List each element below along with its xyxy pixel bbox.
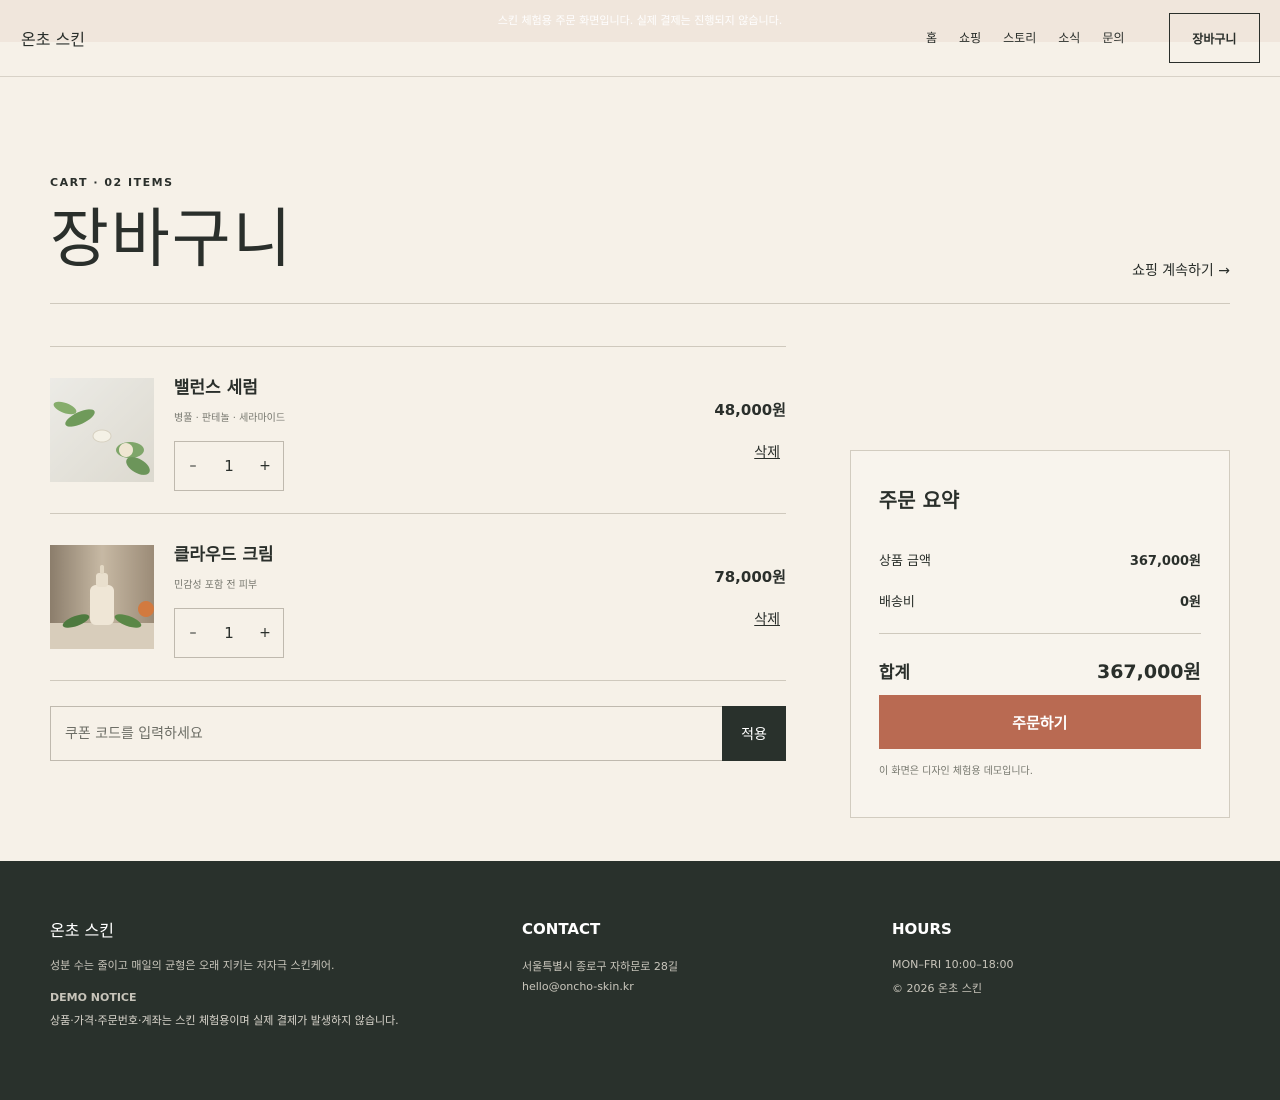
decrease-button[interactable]: – xyxy=(187,625,199,641)
footer-brand: 온초 스킨 xyxy=(50,921,114,940)
item-name[interactable]: 클라우드 크림 xyxy=(174,540,274,565)
subtotal-label: 상품 금액 xyxy=(879,554,931,569)
nav-contact[interactable]: 문의 xyxy=(1102,29,1124,46)
item-price: 48,000원 xyxy=(714,401,786,419)
nav-shop[interactable]: 쇼핑 xyxy=(959,29,981,46)
site-footer: 온초 스킨 성분 수는 줄이고 매일의 균형은 오래 지키는 저자극 스킨케어.… xyxy=(0,861,1280,1100)
footer-hours: MON–FRI 10:00–18:00 xyxy=(892,958,1014,971)
place-order-button[interactable]: 주문하기 xyxy=(879,695,1201,749)
page-title: 장바구니 xyxy=(50,203,294,277)
footer-hours-heading: HOURS xyxy=(892,920,952,938)
total-row: 합계 367,000원 xyxy=(879,657,1201,684)
order-summary: 주문 요약 상품 금액 367,000원 배송비 0원 합계 367,000원 … xyxy=(850,450,1230,818)
divider xyxy=(50,303,1230,304)
cream-photo-icon xyxy=(50,545,154,649)
nav-news[interactable]: 소식 xyxy=(1058,29,1080,46)
subtotal-value: 367,000원 xyxy=(1129,554,1201,569)
summary-title: 주문 요약 xyxy=(879,488,960,512)
cart-item: 밸런스 세럼 병풀 · 판테놀 · 세라마이드 – 1 + 48,000원 삭제 xyxy=(50,347,786,514)
footer-copyright: © 2026 온초 스킨 xyxy=(892,982,982,995)
remove-button[interactable]: 삭제 xyxy=(754,609,780,629)
brand-logo[interactable]: 온초 스킨 xyxy=(21,26,85,50)
shipping-value: 0원 xyxy=(1179,595,1201,610)
nav-story[interactable]: 스토리 xyxy=(1003,29,1036,46)
continue-shopping-link[interactable]: 쇼핑 계속하기 → xyxy=(1132,260,1230,280)
demo-note: 이 화면은 디자인 체험용 데모입니다. xyxy=(879,766,1033,777)
shipping-label: 배송비 xyxy=(879,595,915,610)
footer-tagline: 성분 수는 줄이고 매일의 균형은 오래 지키는 저자극 스킨케어. xyxy=(50,959,335,972)
serum-photo-icon xyxy=(50,378,154,482)
quantity-value: 1 xyxy=(224,457,234,475)
remove-button[interactable]: 삭제 xyxy=(754,442,780,462)
item-price: 78,000원 xyxy=(714,568,786,586)
footer-demo-heading: DEMO NOTICE xyxy=(50,991,137,1004)
product-image-cream[interactable] xyxy=(50,545,154,649)
coupon-form: 적용 xyxy=(50,706,786,761)
footer-address: 서울특별시 종로구 자하문로 28길 xyxy=(522,960,679,973)
quantity-stepper: – 1 + xyxy=(174,441,284,491)
subtotal-row: 상품 금액 367,000원 xyxy=(879,550,1201,569)
cart-count-eyebrow: CART · 02 ITEMS xyxy=(50,176,174,189)
footer-email[interactable]: hello@oncho-skin.kr xyxy=(522,980,634,993)
coupon-input[interactable] xyxy=(50,706,722,761)
cart-button[interactable]: 장바구니 xyxy=(1169,13,1260,63)
total-label: 합계 xyxy=(879,663,911,683)
shipping-row: 배송비 0원 xyxy=(879,591,1201,610)
item-name[interactable]: 밸런스 세럼 xyxy=(174,373,258,398)
footer-demo-text: 상품·가격·주문번호·계좌는 스킨 체험용이며 실제 결제가 발생하지 않습니다… xyxy=(50,1014,399,1027)
main-nav: 홈 쇼핑 스토리 소식 문의 xyxy=(926,29,1146,46)
cart-items: 밸런스 세럼 병풀 · 판테놀 · 세라마이드 – 1 + 48,000원 삭제 xyxy=(50,346,786,681)
increase-button[interactable]: + xyxy=(259,625,271,641)
decrease-button[interactable]: – xyxy=(187,458,199,474)
quantity-value: 1 xyxy=(224,624,234,642)
nav-home[interactable]: 홈 xyxy=(926,29,937,46)
product-image-serum[interactable] xyxy=(50,378,154,482)
apply-coupon-button[interactable]: 적용 xyxy=(722,706,786,761)
total-value: 367,000원 xyxy=(1096,661,1201,683)
increase-button[interactable]: + xyxy=(259,458,271,474)
item-description: 민감성 포함 전 피부 xyxy=(174,580,258,591)
quantity-stepper: – 1 + xyxy=(174,608,284,658)
site-header: 온초 스킨 홈 쇼핑 스토리 소식 문의 장바구니 xyxy=(0,0,1280,77)
divider xyxy=(879,633,1201,634)
footer-contact-heading: CONTACT xyxy=(522,920,601,938)
item-description: 병풀 · 판테놀 · 세라마이드 xyxy=(174,413,286,424)
cart-item: 클라우드 크림 민감성 포함 전 피부 – 1 + 78,000원 삭제 xyxy=(50,514,786,681)
